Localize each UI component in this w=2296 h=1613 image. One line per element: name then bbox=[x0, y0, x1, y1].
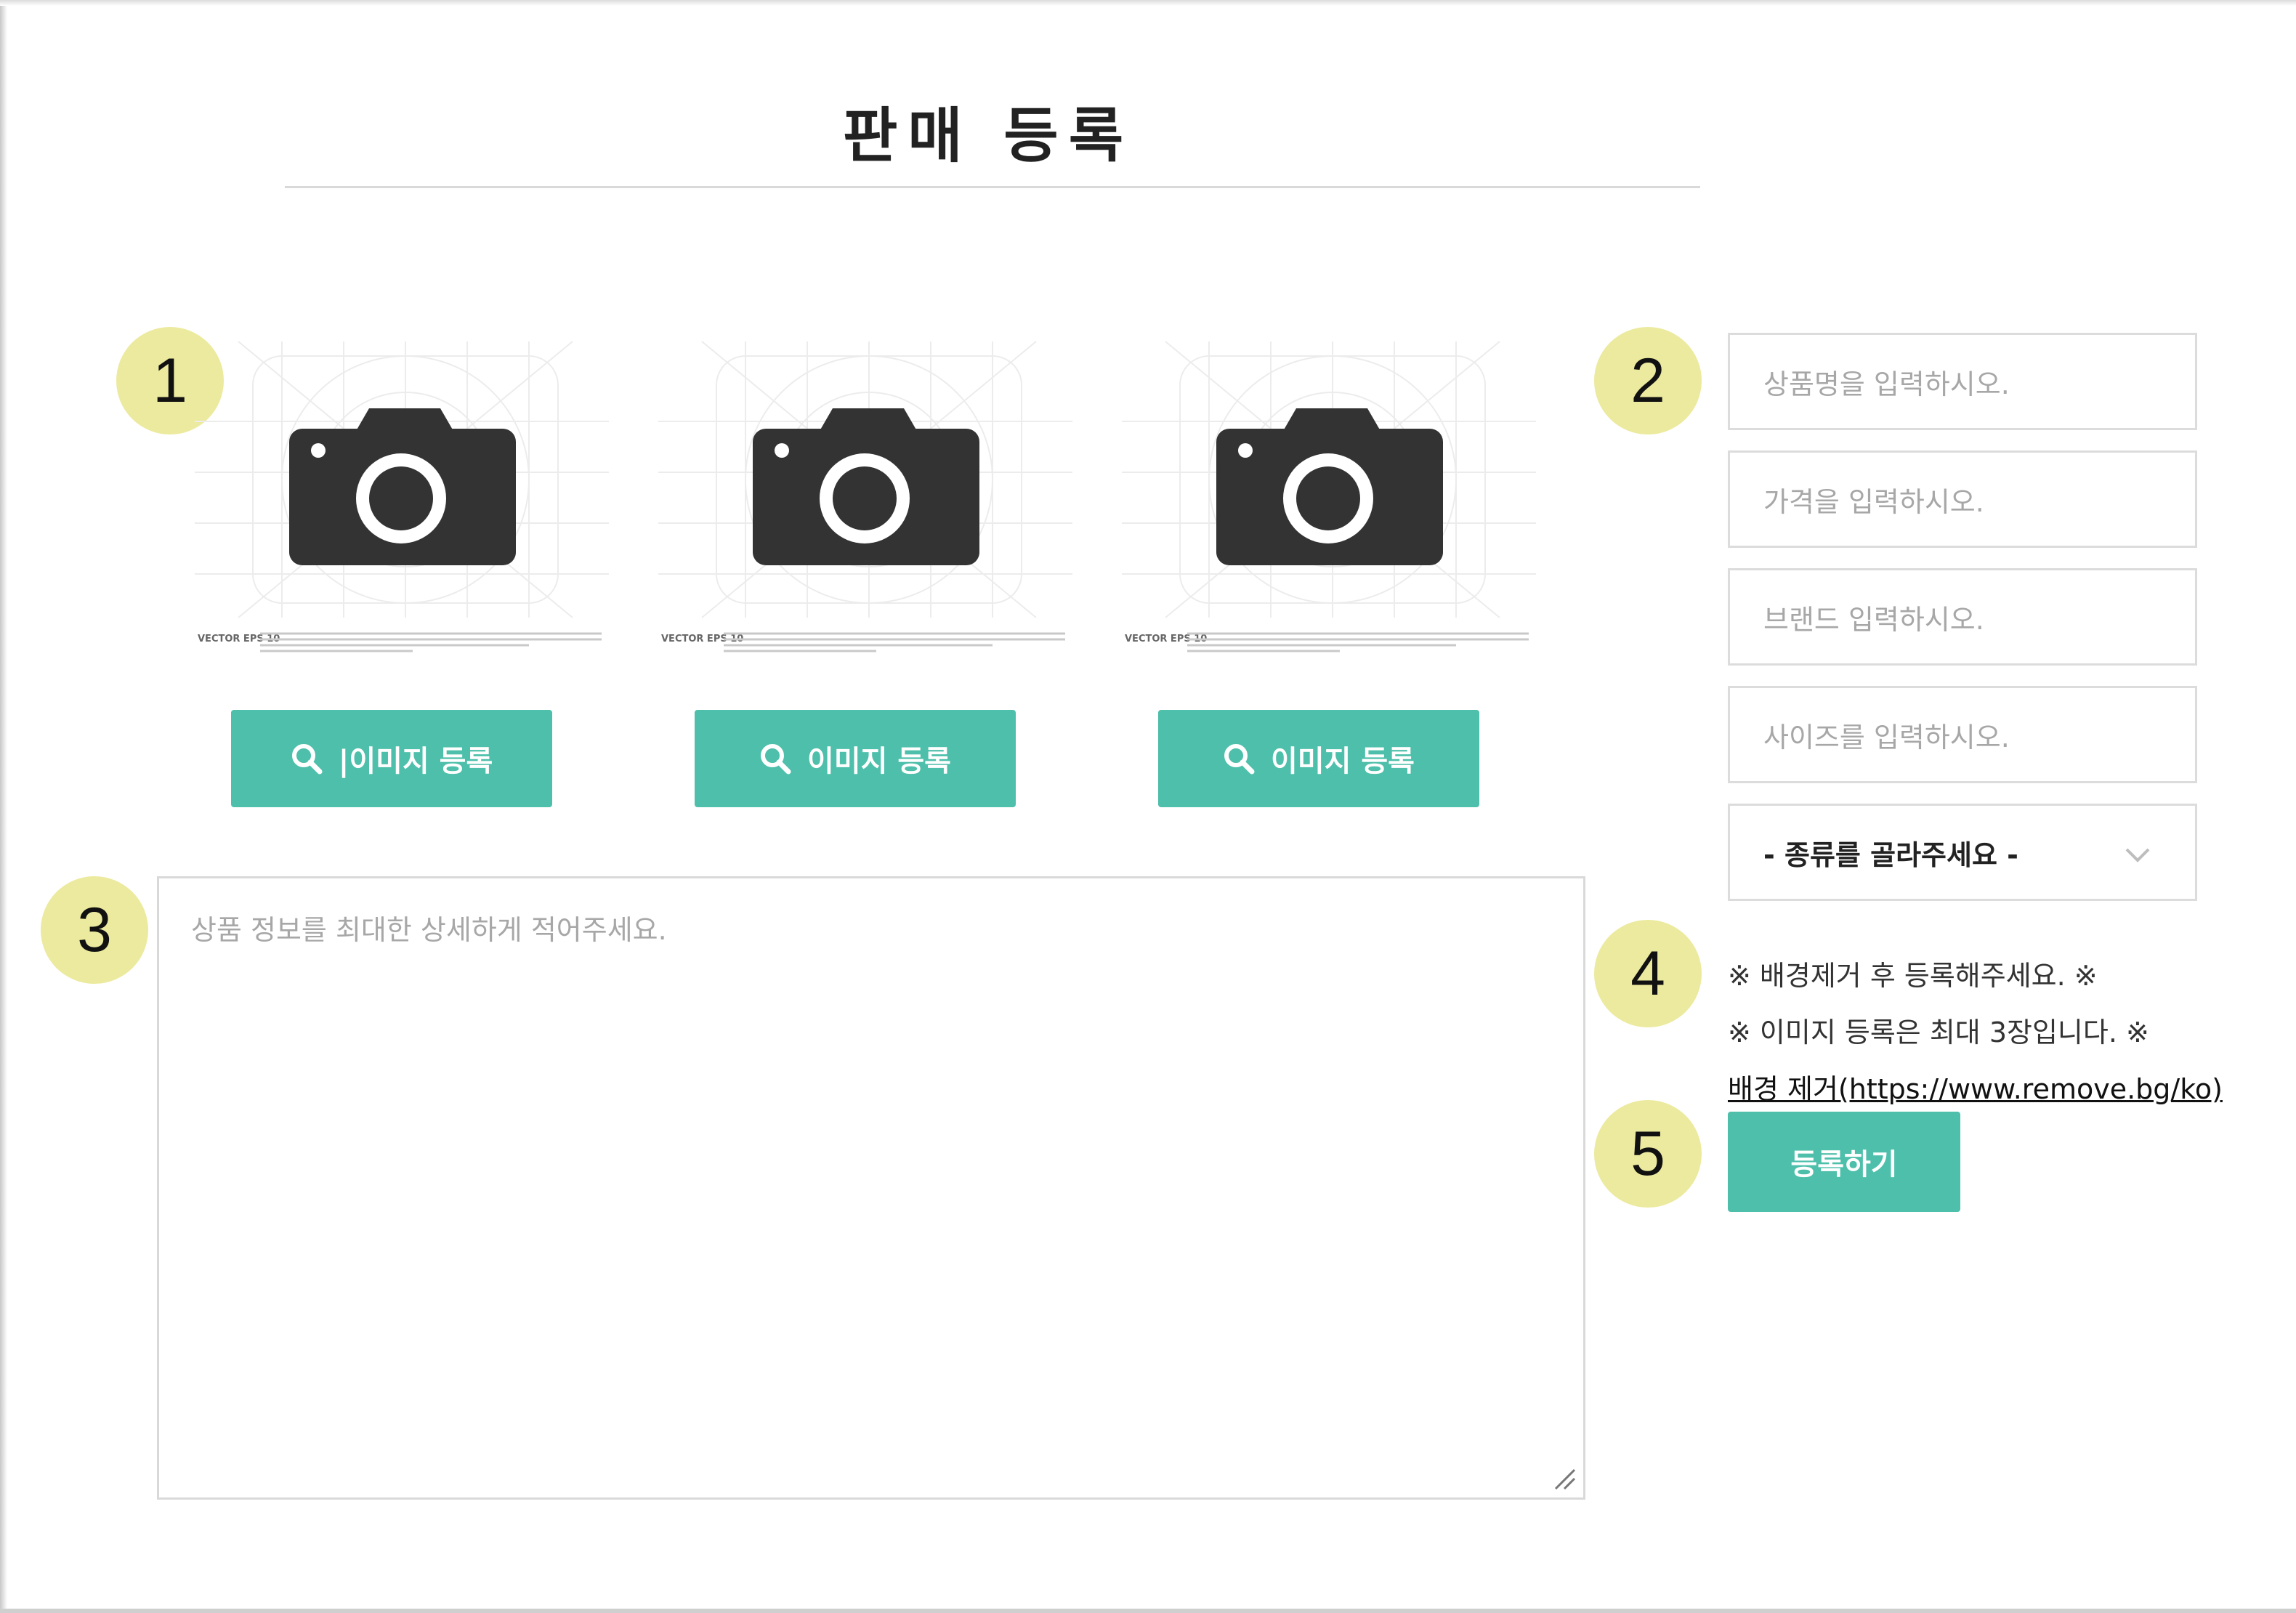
description-placeholder: 상품 정보를 최대한 상세하게 적어주세요. bbox=[191, 914, 667, 946]
image-upload-label: 이미지 등록 bbox=[807, 745, 951, 778]
search-icon bbox=[291, 744, 323, 775]
image-upload-label: |이미지 등록 bbox=[338, 745, 493, 778]
image-upload-label: 이미지 등록 bbox=[1271, 745, 1415, 778]
image-slot-3: VECTOR EPS 10 bbox=[1122, 327, 1536, 690]
brand-placeholder: 브랜드 입력하시오. bbox=[1763, 603, 1984, 636]
category-select[interactable]: - 종류를 골라주세요 - bbox=[1728, 804, 2197, 901]
search-icon bbox=[1224, 744, 1255, 775]
annotation-marker-3: 3 bbox=[41, 876, 148, 984]
page-edge bbox=[0, 0, 7, 1613]
bg-removal-notice: ※ 배경제거 후 등록해주세요. ※ bbox=[1728, 960, 2098, 992]
category-select-value: - 종류를 골라주세요 - bbox=[1763, 838, 2018, 871]
image-upload-button-2[interactable]: 이미지 등록 bbox=[695, 710, 1016, 807]
image-upload-button-3[interactable]: 이미지 등록 bbox=[1158, 710, 1479, 807]
annotation-marker-2: 2 bbox=[1594, 327, 1702, 434]
page-edge bbox=[0, 0, 2296, 6]
search-icon bbox=[761, 744, 791, 775]
remove-bg-link[interactable]: 배경 제거(https://www.remove.bg/ko) bbox=[1728, 1067, 2223, 1107]
product-name-input[interactable]: 상품명을 입력하시오. bbox=[1728, 333, 2197, 430]
title-divider bbox=[285, 186, 1700, 188]
page-title: 판매 등록 bbox=[842, 102, 1134, 171]
chevron-down-icon bbox=[2125, 848, 2150, 862]
image-placeholder: VECTOR EPS 10 bbox=[195, 327, 609, 676]
submit-button[interactable]: 등록하기 bbox=[1728, 1112, 1960, 1212]
camera-icon bbox=[753, 408, 979, 565]
max-images-notice: ※ 이미지 등록은 최대 3장입니다. ※ bbox=[1728, 1016, 2149, 1048]
image-slot-2: VECTOR EPS 10 bbox=[658, 327, 1072, 690]
annotation-marker-4: 4 bbox=[1594, 920, 1702, 1027]
camera-icon bbox=[1216, 408, 1443, 565]
brand-input[interactable]: 브랜드 입력하시오. bbox=[1728, 568, 2197, 666]
image-placeholder: VECTOR EPS 10 bbox=[658, 327, 1072, 676]
image-placeholder: VECTOR EPS 10 bbox=[1122, 327, 1536, 676]
page-edge bbox=[0, 1609, 2296, 1613]
product-name-placeholder: 상품명을 입력하시오. bbox=[1763, 368, 2010, 400]
resize-grip-icon[interactable] bbox=[1553, 1467, 1577, 1492]
description-textarea[interactable]: 상품 정보를 최대한 상세하게 적어주세요. bbox=[157, 876, 1585, 1500]
price-placeholder: 가격을 입력하시오. bbox=[1763, 485, 1984, 518]
size-placeholder: 사이즈를 입력하시오. bbox=[1763, 721, 2010, 753]
camera-icon bbox=[289, 408, 516, 565]
size-input[interactable]: 사이즈를 입력하시오. bbox=[1728, 686, 2197, 783]
image-upload-button-1[interactable]: |이미지 등록 bbox=[231, 710, 552, 807]
image-slot-1: VECTOR EPS 10 bbox=[195, 327, 609, 690]
price-input[interactable]: 가격을 입력하시오. bbox=[1728, 450, 2197, 548]
annotation-marker-5: 5 bbox=[1594, 1100, 1702, 1208]
